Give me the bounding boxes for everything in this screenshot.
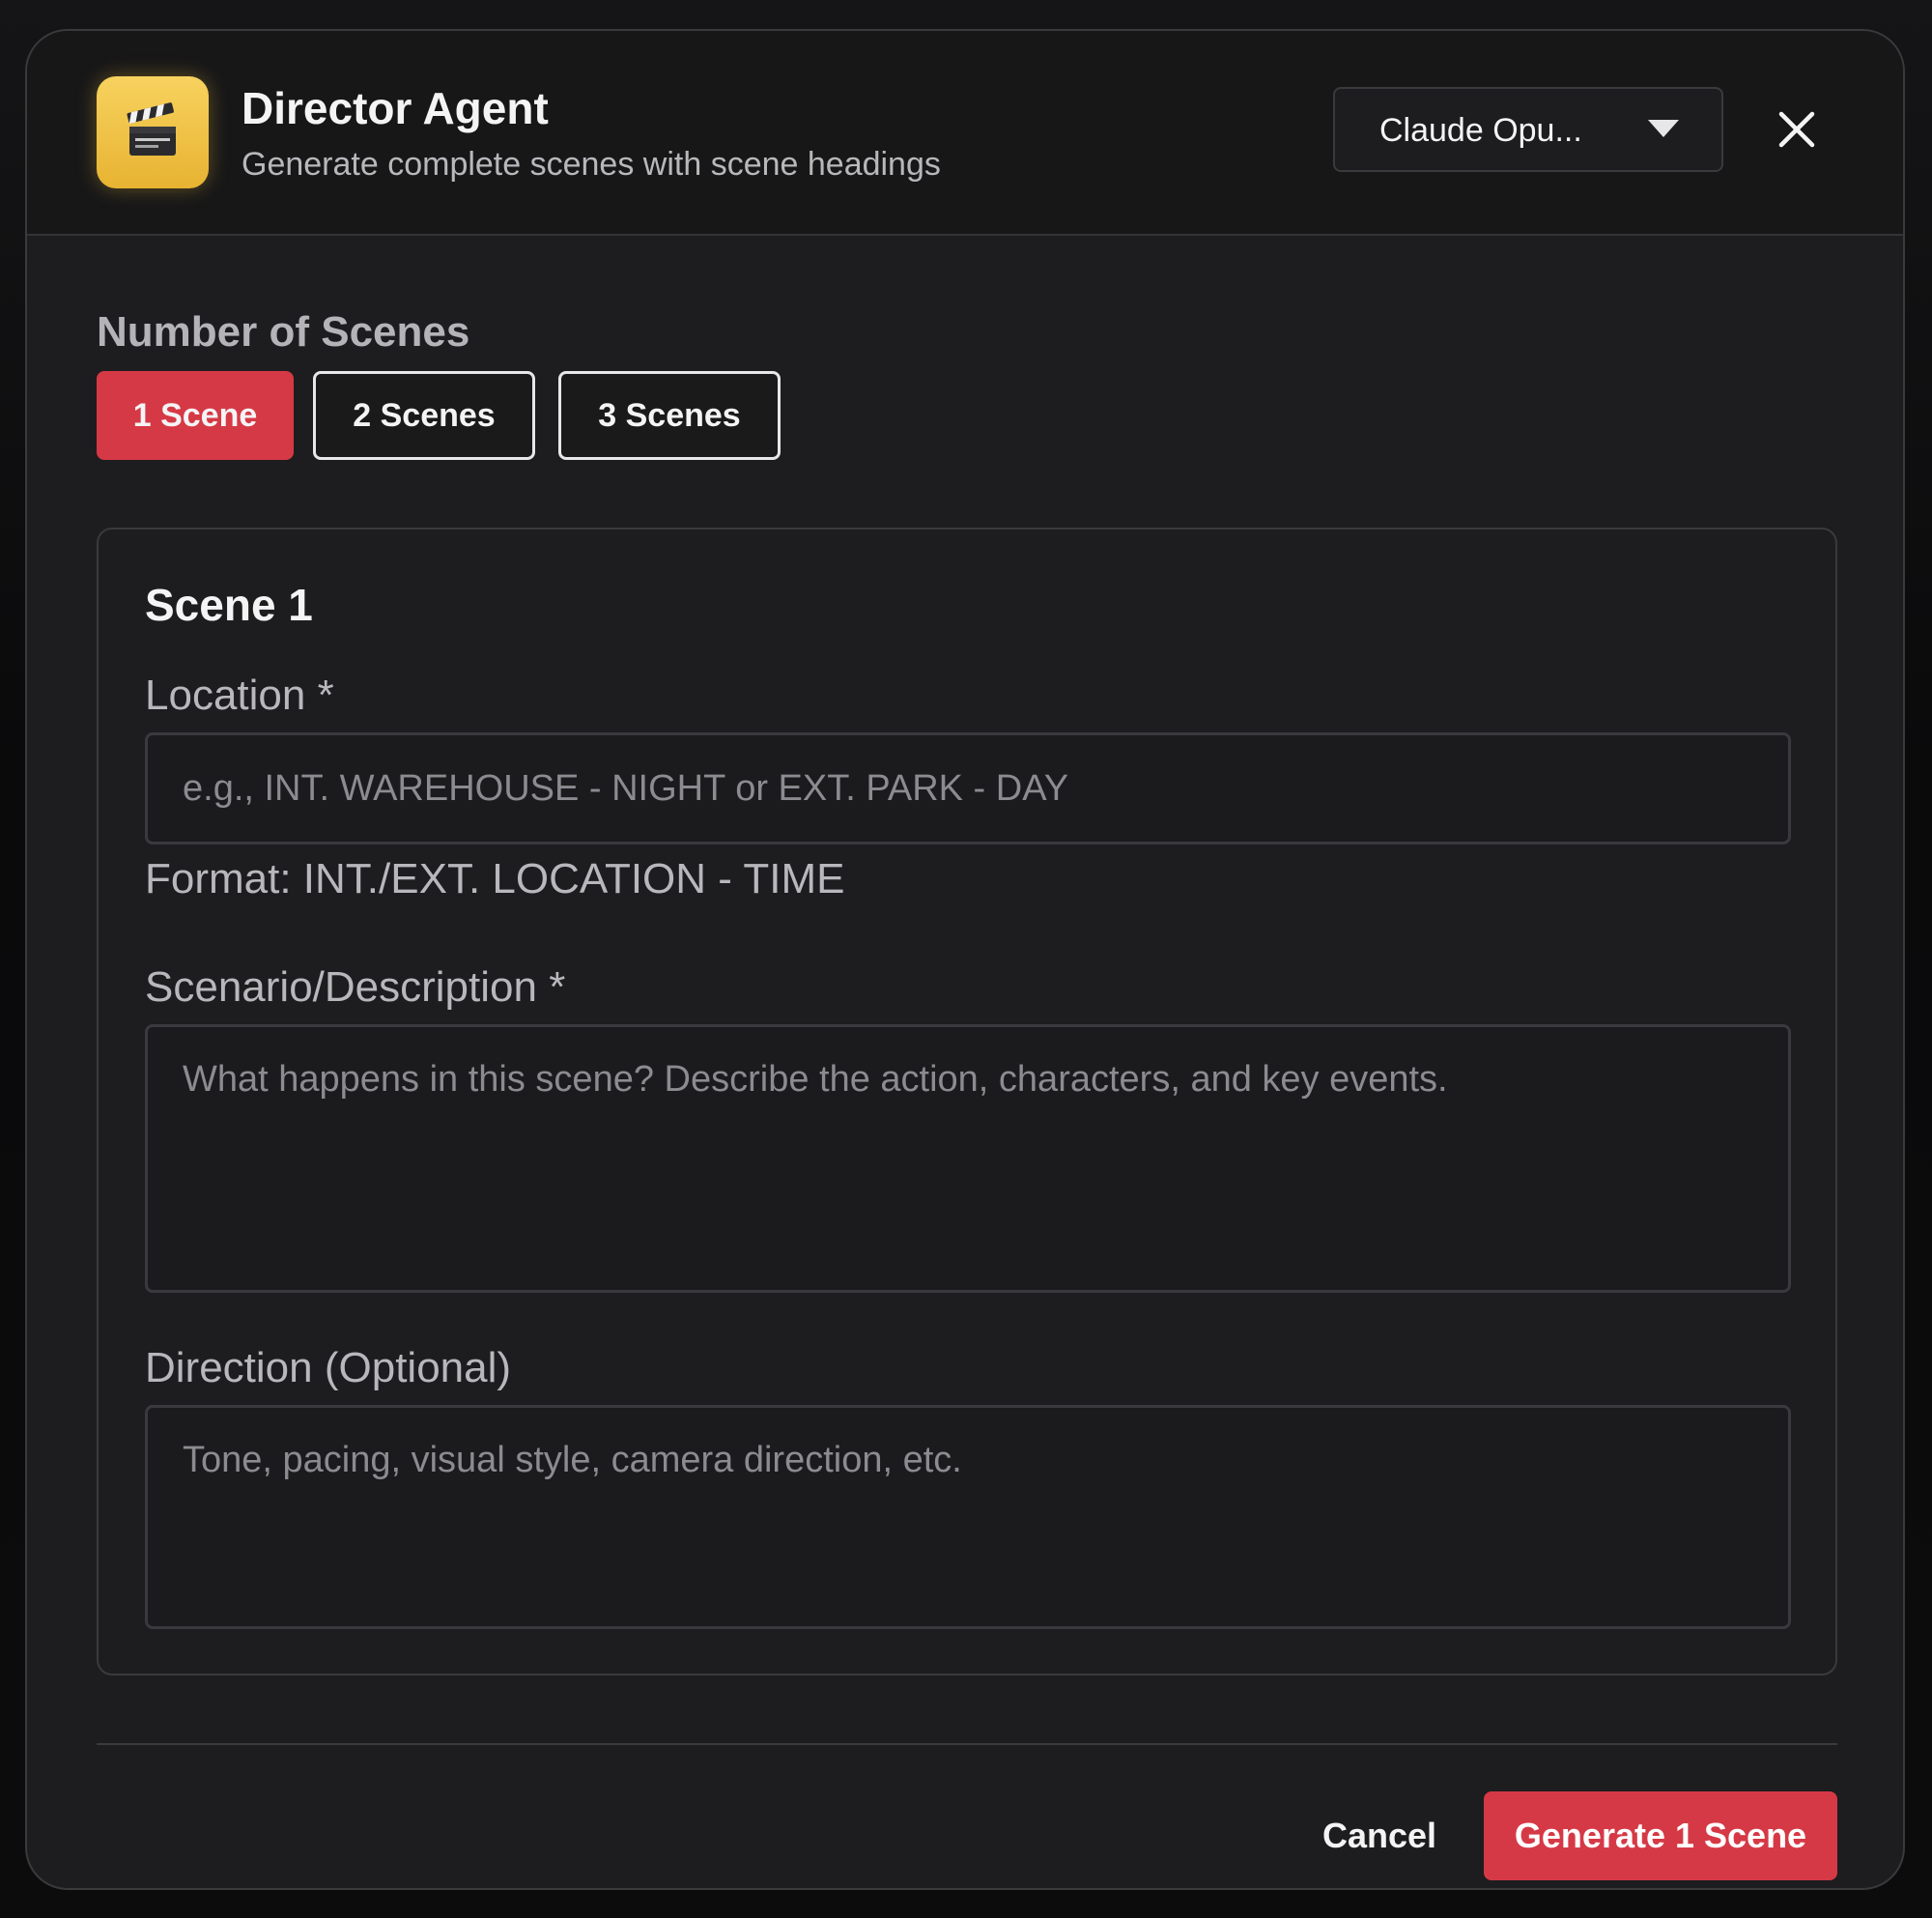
- scene-count-label: Number of Scenes: [97, 308, 470, 356]
- model-select-value: Claude Opu...: [1379, 112, 1582, 149]
- scene-card: Scene 1 Location * Format: INT./EXT. LOC…: [97, 528, 1837, 1675]
- location-label: Location *: [145, 672, 334, 719]
- location-format-hint: Format: INT./EXT. LOCATION - TIME: [145, 855, 845, 902]
- scene-count-1-button[interactable]: 1 Scene: [97, 371, 294, 460]
- location-input[interactable]: [145, 732, 1791, 844]
- dialog-subtitle: Generate complete scenes with scene head…: [242, 146, 941, 183]
- scene-count-3-button[interactable]: 3 Scenes: [558, 371, 781, 460]
- direction-textarea[interactable]: [145, 1405, 1791, 1629]
- cancel-button[interactable]: Cancel: [1302, 1791, 1457, 1880]
- direction-label: Direction (Optional): [145, 1344, 512, 1391]
- close-button[interactable]: [1774, 106, 1820, 153]
- footer-divider: [97, 1743, 1837, 1745]
- clapperboard-icon: [97, 76, 209, 188]
- scenario-label: Scenario/Description *: [145, 963, 566, 1011]
- scene-count-2-button[interactable]: 2 Scenes: [313, 371, 535, 460]
- close-icon: [1778, 111, 1815, 148]
- scene-title: Scene 1: [145, 580, 313, 630]
- scenario-textarea[interactable]: [145, 1024, 1791, 1293]
- dialog-title: Director Agent: [242, 83, 549, 133]
- director-agent-dialog: Director Agent Generate complete scenes …: [25, 29, 1905, 1890]
- model-select[interactable]: Claude Opu...: [1333, 87, 1723, 172]
- dialog-header: Director Agent Generate complete scenes …: [27, 31, 1903, 236]
- chevron-down-icon: [1648, 120, 1679, 137]
- generate-button[interactable]: Generate 1 Scene: [1484, 1791, 1837, 1880]
